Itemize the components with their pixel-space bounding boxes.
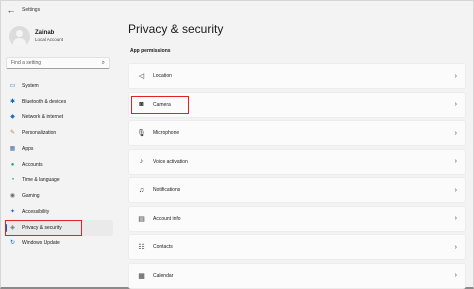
search-icon: ⌕ xyxy=(101,59,105,66)
chevron-right-icon: › xyxy=(454,215,457,222)
search-box[interactable]: Find a setting ⌕ xyxy=(6,57,110,69)
permission-label: Camera xyxy=(153,101,171,108)
sidebar-item-system[interactable]: ▭ System xyxy=(5,78,113,94)
sidebar-item-label: Personalization xyxy=(22,130,57,137)
sidebar-item-gaming[interactable]: ◉ Gaming xyxy=(5,188,113,204)
brush-icon: ✎ xyxy=(9,130,16,137)
sidebar-item-label: Time & language xyxy=(22,177,60,184)
location-icon: ◁ xyxy=(138,73,145,80)
permission-label: Microphone xyxy=(153,130,180,136)
sidebar-item-label: Apps xyxy=(22,145,34,152)
sidebar-highlight-box xyxy=(5,220,82,236)
camera-highlight-box xyxy=(131,96,189,114)
monitor-icon: ▭ xyxy=(9,82,16,89)
sidebar-item-label: Accounts xyxy=(22,161,43,168)
chevron-right-icon: › xyxy=(454,243,457,251)
permission-label: Notifications xyxy=(153,187,181,193)
search-input[interactable]: Find a setting xyxy=(11,60,102,66)
permission-label: Calendar xyxy=(153,272,174,279)
chevron-right-icon: › xyxy=(454,129,457,137)
permission-label: Account info xyxy=(153,215,181,222)
permission-row-voice-activation[interactable]: ♪ Voice activation › xyxy=(128,148,466,175)
bell-icon: ♫ xyxy=(138,186,145,194)
accessibility-icon: ✦ xyxy=(9,208,16,215)
sidebar-item-network-internet[interactable]: ◆ Network & internet xyxy=(5,110,113,126)
chevron-right-icon: › xyxy=(454,272,457,279)
sidebar-item-windows-update[interactable]: ↻ Windows Update xyxy=(5,236,113,252)
gamepad-icon: ◉ xyxy=(9,193,16,200)
permission-row-calendar[interactable]: ▦ Calendar › xyxy=(128,262,466,289)
chevron-right-icon: › xyxy=(454,158,457,165)
sidebar-item-label: Network & internet xyxy=(22,114,64,121)
app-title: Settings xyxy=(22,7,41,13)
person-icon: ● xyxy=(10,161,15,168)
chevron-right-icon: › xyxy=(454,72,457,80)
sidebar-item-accounts[interactable]: ● Accounts xyxy=(5,157,113,173)
permission-label: Contacts xyxy=(153,244,173,250)
sidebar-item-personalization[interactable]: ✎ Personalization xyxy=(5,125,113,141)
microphone-icon: 🎙 xyxy=(137,130,146,137)
section-heading: App permissions xyxy=(130,48,171,54)
sidebar-item-label: Gaming xyxy=(22,193,40,200)
profile-name: Zainab xyxy=(35,30,55,36)
permission-row-contacts[interactable]: ☷ Contacts › xyxy=(128,234,466,260)
permission-label: Voice activation xyxy=(153,158,188,165)
sidebar-item-apps[interactable]: ▦ Apps xyxy=(5,141,113,157)
sidebar-item-accessibility[interactable]: ✦ Accessibility xyxy=(5,204,113,220)
account-card-icon: ▤ xyxy=(138,215,145,223)
calendar-icon: ▦ xyxy=(138,272,145,280)
permission-row-account-info[interactable]: ▤ Account info › xyxy=(128,205,466,232)
chevron-right-icon: › xyxy=(454,186,457,194)
bluetooth-icon: ✱ xyxy=(9,98,16,105)
sidebar-item-time-language[interactable]: ◔ Time & language xyxy=(5,173,113,189)
globe-clock-icon: ◔ xyxy=(10,177,15,184)
sidebar-item-label: System xyxy=(22,82,39,89)
permission-row-location[interactable]: ◁ Location › xyxy=(128,63,466,89)
update-icon: ↻ xyxy=(9,240,16,247)
wifi-icon: ◆ xyxy=(10,114,15,121)
permission-label: Location xyxy=(153,73,172,79)
title-bar: ← Settings xyxy=(0,0,474,20)
sidebar-item-label: Accessibility xyxy=(22,208,50,215)
apps-icon: ▦ xyxy=(9,145,16,152)
sidebar-item-label: Windows Update xyxy=(22,240,60,247)
sidebar-item-label: Bluetooth & devices xyxy=(22,98,67,105)
back-button[interactable]: ← xyxy=(0,0,22,20)
permission-row-microphone[interactable]: 🎙 Microphone › xyxy=(128,120,466,146)
voice-icon: ♪ xyxy=(139,158,144,165)
contacts-icon: ☷ xyxy=(138,244,145,251)
sidebar-item-bluetooth-devices[interactable]: ✱ Bluetooth & devices xyxy=(5,94,113,110)
avatar xyxy=(9,25,30,47)
permission-row-notifications[interactable]: ♫ Notifications › xyxy=(128,177,466,203)
profile-account-type: Local Account xyxy=(35,37,64,42)
chevron-right-icon: › xyxy=(454,101,457,108)
user-profile[interactable]: Zainab Local Account xyxy=(9,24,119,48)
page-title: Privacy & security xyxy=(128,22,224,36)
